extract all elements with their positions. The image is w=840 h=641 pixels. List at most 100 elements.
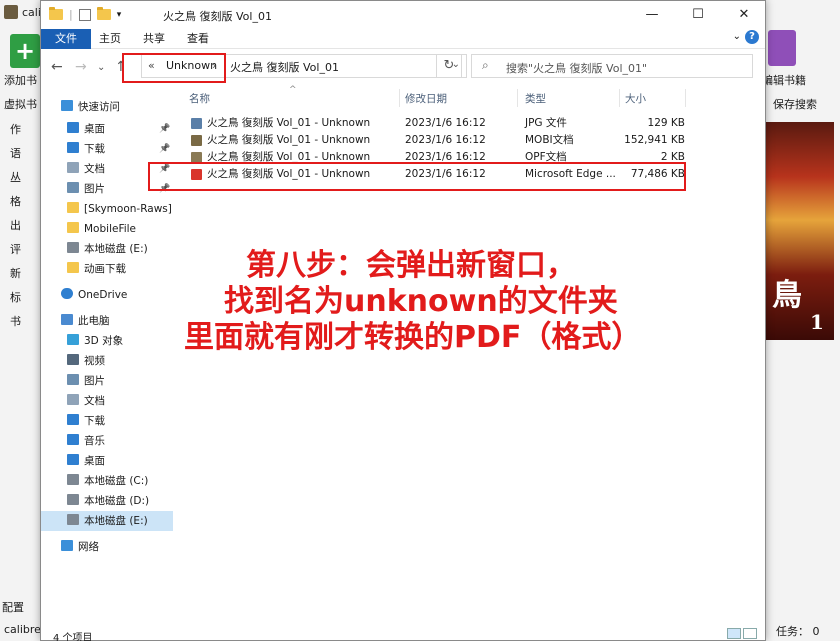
tag-browser-item[interactable]: 标 — [0, 286, 44, 310]
tasks-indicator[interactable]: 任务： 0 — [776, 623, 820, 639]
nav-item[interactable]: 快速访问 — [41, 97, 173, 117]
tab-home[interactable]: 主页 — [99, 29, 121, 49]
nav-item[interactable]: 本地磁盘 (D:) — [41, 491, 173, 511]
column-size[interactable]: 大小 — [625, 91, 646, 106]
explorer-titlebar: | ▾ 火之鳥 復刻版 Vol_01 — ☐ ✕ — [41, 1, 765, 29]
nav-item[interactable]: 本地磁盘 (E:) — [41, 239, 173, 259]
cloud-icon — [61, 288, 73, 299]
address-highlight-box — [122, 53, 226, 83]
file-date: 2023/1/6 16:12 — [405, 117, 486, 129]
file-row[interactable]: 火之鳥 復刻版 Vol_01 - Unknown 2023/1/6 16:12 MO… — [185, 132, 685, 149]
window-title: 火之鳥 復刻版 Vol_01 — [163, 10, 272, 23]
nav-item[interactable]: 音乐 — [41, 431, 173, 451]
column-date[interactable]: 修改日期 — [405, 91, 447, 106]
desktop-icon — [67, 454, 79, 465]
tag-browser-item[interactable]: 格 — [0, 190, 44, 214]
edit-books-button[interactable]: 编辑书籍 — [762, 72, 806, 88]
help-icon[interactable]: ? — [745, 30, 759, 44]
column-divider[interactable] — [685, 89, 686, 107]
expand-ribbon-icon[interactable]: ⌄ — [733, 31, 741, 42]
nav-item[interactable]: 桌面 📌 — [41, 119, 173, 139]
nav-item-label: 音乐 — [84, 435, 105, 447]
nav-item[interactable]: 本地磁盘 (E:) — [41, 511, 173, 531]
file-name: 火之鳥 復刻版 Vol_01 - Unknown — [207, 117, 371, 129]
maximize-button[interactable]: ☐ — [675, 1, 721, 29]
nav-item[interactable]: 桌面 — [41, 451, 173, 471]
large-icons-view-button[interactable] — [743, 628, 757, 639]
nav-item-label: 动画下载 — [84, 263, 126, 275]
configure-button[interactable]: 配置 — [2, 599, 24, 615]
nav-item-label: 本地磁盘 (E:) — [84, 515, 148, 527]
column-divider[interactable] — [619, 89, 620, 107]
nav-item-label: OneDrive — [78, 289, 128, 301]
nav-item[interactable]: MobileFile — [41, 219, 173, 239]
nav-item[interactable]: 此电脑 — [41, 311, 173, 331]
column-divider[interactable] — [399, 89, 400, 107]
details-view-button[interactable] — [727, 628, 741, 639]
nav-item[interactable]: 图片 — [41, 371, 173, 391]
search-input[interactable]: ⌕ 搜索"火之鳥 復刻版 Vol_01" — [471, 54, 753, 78]
jpg-file-icon — [191, 118, 202, 129]
breadcrumb-current[interactable]: 火之鳥 復刻版 Vol_01 — [230, 59, 339, 75]
refresh-button[interactable]: ↻ — [436, 54, 462, 78]
column-divider[interactable] — [517, 89, 518, 107]
nav-item[interactable]: 下载 — [41, 411, 173, 431]
customize-dropdown-icon[interactable]: ▾ — [117, 10, 122, 20]
file-size: 152,941 KB — [624, 134, 685, 146]
tab-view[interactable]: 查看 — [187, 29, 209, 49]
star-icon — [61, 100, 73, 111]
picture-icon — [67, 374, 79, 385]
column-type[interactable]: 类型 — [525, 91, 546, 106]
nav-item-label: 文档 — [84, 163, 105, 175]
nav-item[interactable]: 下载 📌 — [41, 139, 173, 159]
music-icon — [67, 434, 79, 445]
nav-item[interactable]: 本地磁盘 (C:) — [41, 471, 173, 491]
new-folder-icon[interactable] — [96, 7, 111, 20]
tag-browser-item[interactable]: 新 — [0, 262, 44, 286]
nav-item[interactable]: 视频 — [41, 351, 173, 371]
save-search-button[interactable]: 保存搜索 — [773, 96, 817, 112]
back-button[interactable]: ← — [51, 59, 63, 75]
tag-browser-item[interactable]: 出 — [0, 214, 44, 238]
nav-item-label: 桌面 — [84, 123, 105, 135]
nav-item-label: 下载 — [84, 415, 105, 427]
nav-item[interactable]: 文档 — [41, 391, 173, 411]
calibre-tag-browser: 作 语 丛 格 出 评 新 标 书 — [0, 118, 44, 334]
cover-title: 鳥 — [772, 278, 802, 313]
tag-browser-item[interactable]: 书 — [0, 310, 44, 334]
add-books-icon[interactable]: + — [10, 34, 40, 68]
nav-item[interactable]: [Skymoon-Raws] I — [41, 199, 173, 219]
pin-icon: 📌 — [159, 144, 171, 154]
close-button[interactable]: ✕ — [721, 1, 767, 29]
virtual-library-button[interactable]: 虚拟书 — [4, 96, 37, 112]
column-name[interactable]: 名称 — [189, 91, 210, 106]
tab-share[interactable]: 共享 — [143, 29, 165, 49]
nav-item[interactable]: 3D 对象 — [41, 331, 173, 351]
nav-item[interactable]: 动画下载 — [41, 259, 173, 279]
ribbon-tabs: 文件 主页 共享 查看 ⌄ ? — [41, 29, 765, 49]
tag-browser-item[interactable]: 丛 — [0, 166, 44, 190]
cover-number: 1 — [810, 310, 824, 334]
annotation-line-3: 里面就有刚才转换的PDF（格式） — [184, 320, 642, 355]
calibre-status: calibre — [4, 623, 41, 636]
properties-icon[interactable] — [78, 8, 91, 21]
computer-icon — [61, 314, 73, 325]
mobi-file-icon — [191, 135, 202, 146]
file-name: 火之鳥 復刻版 Vol_01 - Unknown — [207, 134, 371, 146]
add-books-button[interactable]: 添加书 — [4, 72, 37, 88]
minimize-button[interactable]: — — [629, 1, 675, 29]
file-date: 2023/1/6 16:12 — [405, 134, 486, 146]
tag-browser-item[interactable]: 评 — [0, 238, 44, 262]
nav-item[interactable]: OneDrive — [41, 285, 173, 305]
tag-browser-item[interactable]: 语 — [0, 142, 44, 166]
file-row[interactable]: 火之鳥 復刻版 Vol_01 - Unknown 2023/1/6 16:12 JP… — [185, 115, 685, 132]
nav-item[interactable]: 网络 — [41, 537, 173, 557]
forward-button[interactable]: → — [75, 59, 87, 75]
tag-browser-item[interactable]: 作 — [0, 118, 44, 142]
edit-books-icon[interactable] — [768, 30, 796, 66]
tab-file[interactable]: 文件 — [41, 29, 91, 49]
recent-locations-icon[interactable]: ⌄ — [97, 62, 105, 73]
book-cover[interactable]: 鳥 1 — [766, 122, 834, 340]
drive-icon — [67, 494, 79, 505]
sort-caret-icon: ^ — [289, 85, 297, 95]
